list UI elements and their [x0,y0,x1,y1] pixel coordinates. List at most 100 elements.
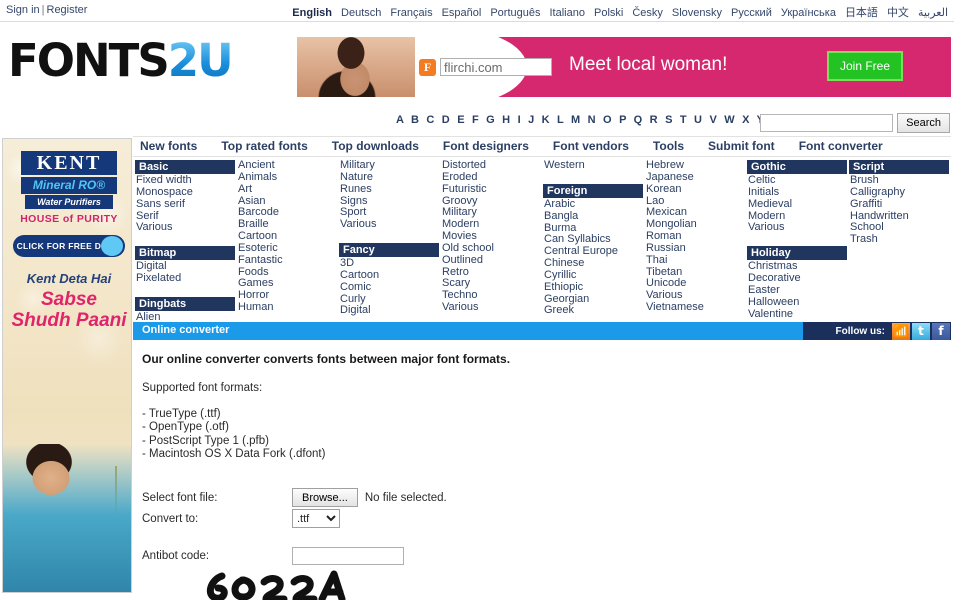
form-row-file: Select font file: Browse... No file sele… [142,487,702,508]
category-item[interactable]: Esoteric [237,242,339,255]
category-item[interactable]: Initials [747,186,849,199]
category-item[interactable]: Fantastic [237,254,339,267]
kent-free-demo-button[interactable]: CLICK FOR FREE DEMO [13,235,125,257]
category-item[interactable]: Medieval [747,198,849,211]
language-link-6[interactable]: Polski [594,7,623,19]
nav-item-top-downloads[interactable]: Top downloads [332,139,419,153]
nav-item-font-designers[interactable]: Font designers [443,139,529,153]
sign-in-link[interactable]: Sign in [6,4,40,16]
category-item[interactable]: Korean [645,183,747,196]
category-item[interactable]: Various [747,222,849,234]
category-item[interactable]: Valentine [747,308,849,321]
nav-item-font-converter[interactable]: Font converter [799,139,883,153]
divider-nav [133,156,951,157]
category-item[interactable]: Runes [339,183,441,196]
category-item[interactable]: Trash [849,233,951,246]
category-item[interactable]: Western [543,159,645,172]
banner-ad[interactable]: F flirchi.com Meet local woman! Join Fre… [297,37,951,97]
language-link-0[interactable]: English [292,7,332,19]
language-link-11[interactable]: 日本語 [845,7,878,19]
language-link-1[interactable]: Deutsch [341,7,381,19]
banner-headline: Meet local woman! [569,54,728,75]
language-link-9[interactable]: Русский [731,7,772,19]
category-item[interactable]: Arabic [543,198,645,211]
category-header-fancy[interactable]: Fancy [339,243,439,258]
category-header-bitmap[interactable]: Bitmap [135,246,235,261]
supported-formats-label: Supported font formats: [142,382,263,394]
category-item[interactable]: Monospace [135,186,237,199]
convert-to-select[interactable]: .ttf.otf.pfb.dfont [292,509,340,528]
nav-item-top-rated-fonts[interactable]: Top rated fonts [221,139,307,153]
format-list-item: - Macintosh OS X Data Fork (.dfont) [142,448,326,461]
search-button[interactable]: Search [897,113,950,133]
category-item[interactable]: Comic [339,281,441,294]
category-item[interactable]: Various [135,222,237,234]
category-header-script[interactable]: Script [849,160,949,174]
rss-icon[interactable]: 📶 [892,322,910,340]
category-header-basic[interactable]: Basic [135,160,235,174]
nav-item-submit-font[interactable]: Submit font [708,139,775,153]
nav-item-new-fonts[interactable]: New fonts [140,139,197,153]
antibot-code-input[interactable] [292,546,404,565]
kent-tagline: HOUSE of PURITY [20,213,118,225]
site-logo[interactable]: FONTS2U [8,32,234,90]
form-row-antibot: Antibot code: [142,545,702,566]
category-header-holiday[interactable]: Holiday [747,246,847,261]
language-link-12[interactable]: 中文 [887,7,909,19]
category-item[interactable]: Various [339,218,441,231]
sidebar-ad-kent[interactable]: KENT Mineral RO® Water Purifiers HOUSE o… [2,138,132,593]
language-link-4[interactable]: Português [490,7,540,19]
converter-description: Our online converter converts fonts betw… [142,352,702,462]
language-link-10[interactable]: Українська [781,7,836,19]
category-item[interactable]: Eroded [441,171,543,184]
category-item[interactable]: Various [441,301,543,314]
twitter-icon[interactable]: t [912,322,930,340]
nav-item-font-vendors[interactable]: Font vendors [553,139,629,153]
category-item[interactable]: Easter [747,284,849,297]
category-item[interactable]: Outlined [441,254,543,267]
category-item[interactable]: Nature [339,171,441,184]
category-item[interactable]: Digital [339,305,441,317]
kent-logo: KENT [21,151,117,175]
alphabet-letters[interactable]: A B C D E F G H I J K L M N O P Q R S T … [396,114,794,126]
category-header-foreign[interactable]: Foreign [543,183,643,198]
search-area: Search [760,113,950,133]
language-link-2[interactable]: Français [390,7,432,19]
top-bar: Sign in | Register English Deutsch Français E… [0,0,954,22]
category-item[interactable]: Art [237,183,339,196]
category-column-6: Gothic Celtic Initials Medieval Modern Variou… [747,160,849,320]
category-item[interactable]: Calligraphy [849,186,951,199]
category-item[interactable]: Ethiopic [543,281,645,294]
category-item[interactable]: Thai [645,254,747,267]
category-item[interactable]: Cyrillic [543,269,645,282]
language-link-13[interactable]: العربية [918,7,948,19]
language-link-7[interactable]: Česky [632,7,663,19]
category-header-gothic[interactable]: Gothic [747,160,847,174]
banner-join-free-button[interactable]: Join Free [827,51,903,81]
category-item[interactable]: Japanese [645,171,747,184]
category-item[interactable]: Graffiti [849,198,951,211]
category-item[interactable]: Human [237,301,339,314]
category-item[interactable]: Halloween [747,296,849,309]
register-link[interactable]: Register [47,4,88,16]
nav-item-tools[interactable]: Tools [653,139,684,153]
language-link-8[interactable]: Slovensky [672,7,722,19]
category-header-dingbats[interactable]: Dingbats [135,296,235,311]
facebook-icon[interactable]: f [932,322,950,340]
language-link-5[interactable]: Italiano [550,7,585,19]
language-switcher: English Deutsch Français Español Português It… [283,4,948,20]
category-item[interactable]: Greek [543,305,645,317]
category-item[interactable]: Russian [645,242,747,255]
category-item[interactable]: Vietnamese [645,301,747,314]
category-item[interactable]: Animals [237,171,339,184]
search-input[interactable] [760,114,894,132]
alphabet-index[interactable]: A B C D E F G H I J K L M N O P Q R S T … [396,114,794,126]
category-item[interactable]: Bangla [543,210,645,223]
category-item[interactable]: Pixelated [135,272,237,285]
category-item[interactable]: Cartoon [339,269,441,282]
language-link-3[interactable]: Español [442,7,482,19]
browse-button[interactable]: Browse... [292,488,358,507]
category-item[interactable]: Sans serif [135,198,237,211]
category-item[interactable]: Old school [441,242,543,255]
category-item[interactable]: Futuristic [441,183,543,196]
